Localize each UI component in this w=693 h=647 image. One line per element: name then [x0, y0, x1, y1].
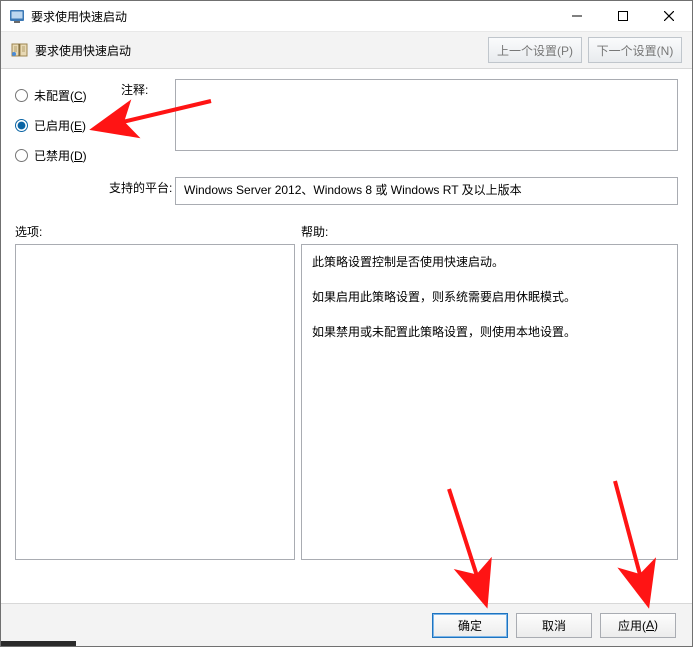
radio-disabled-label: 已禁用(D) — [34, 147, 87, 164]
radio-not-configured-input[interactable] — [15, 89, 28, 102]
help-label: 帮助: — [301, 223, 328, 240]
radio-not-configured-label: 未配置(C) — [34, 87, 87, 104]
options-panel[interactable] — [15, 244, 295, 560]
help-paragraph: 如果禁用或未配置此策略设置，则使用本地设置。 — [312, 321, 667, 344]
outer-fragment — [1, 641, 76, 646]
book-icon — [11, 42, 29, 58]
close-button[interactable] — [646, 1, 692, 31]
ok-button[interactable]: 确定 — [432, 613, 508, 638]
radio-not-configured[interactable]: 未配置(C) — [15, 83, 121, 107]
app-icon — [9, 8, 25, 24]
platform-value: Windows Server 2012、Windows 8 或 Windows … — [184, 183, 522, 197]
platform-label: 支持的平台: — [109, 177, 175, 205]
prev-setting-button[interactable]: 上一个设置(P) — [488, 37, 582, 63]
platform-box: Windows Server 2012、Windows 8 或 Windows … — [175, 177, 678, 205]
state-radio-group: 未配置(C) 已启用(E) 已禁用(D) — [15, 79, 121, 173]
radio-disabled-input[interactable] — [15, 149, 28, 162]
radio-enabled-input[interactable] — [15, 119, 28, 132]
radio-enabled[interactable]: 已启用(E) — [15, 113, 121, 137]
footer: 确定 取消 应用(A) — [1, 603, 692, 646]
toolbar-subtitle: 要求使用快速启动 — [35, 42, 131, 59]
help-panel[interactable]: 此策略设置控制是否使用快速启动。 如果启用此策略设置，则系统需要启用休眠模式。 … — [301, 244, 678, 560]
help-paragraph: 如果启用此策略设置，则系统需要启用休眠模式。 — [312, 286, 667, 309]
dialog-body: 未配置(C) 已启用(E) 已禁用(D) 注释: 支持的平台: — [1, 69, 692, 560]
apply-button[interactable]: 应用(A) — [600, 613, 676, 638]
window-title: 要求使用快速启动 — [31, 8, 554, 25]
toolbar: 要求使用快速启动 上一个设置(P) 下一个设置(N) — [1, 32, 692, 69]
next-setting-button[interactable]: 下一个设置(N) — [588, 37, 682, 63]
window-controls — [554, 1, 692, 31]
minimize-button[interactable] — [554, 1, 600, 31]
dialog-window: 要求使用快速启动 要求使用 — [0, 0, 693, 647]
comment-textarea[interactable] — [175, 79, 678, 151]
titlebar: 要求使用快速启动 — [1, 1, 692, 32]
maximize-button[interactable] — [600, 1, 646, 31]
cancel-button[interactable]: 取消 — [516, 613, 592, 638]
options-label: 选项: — [15, 223, 301, 240]
radio-enabled-label: 已启用(E) — [34, 117, 86, 134]
comment-label: 注释: — [121, 79, 175, 173]
help-paragraph: 此策略设置控制是否使用快速启动。 — [312, 251, 667, 274]
radio-disabled[interactable]: 已禁用(D) — [15, 143, 121, 167]
